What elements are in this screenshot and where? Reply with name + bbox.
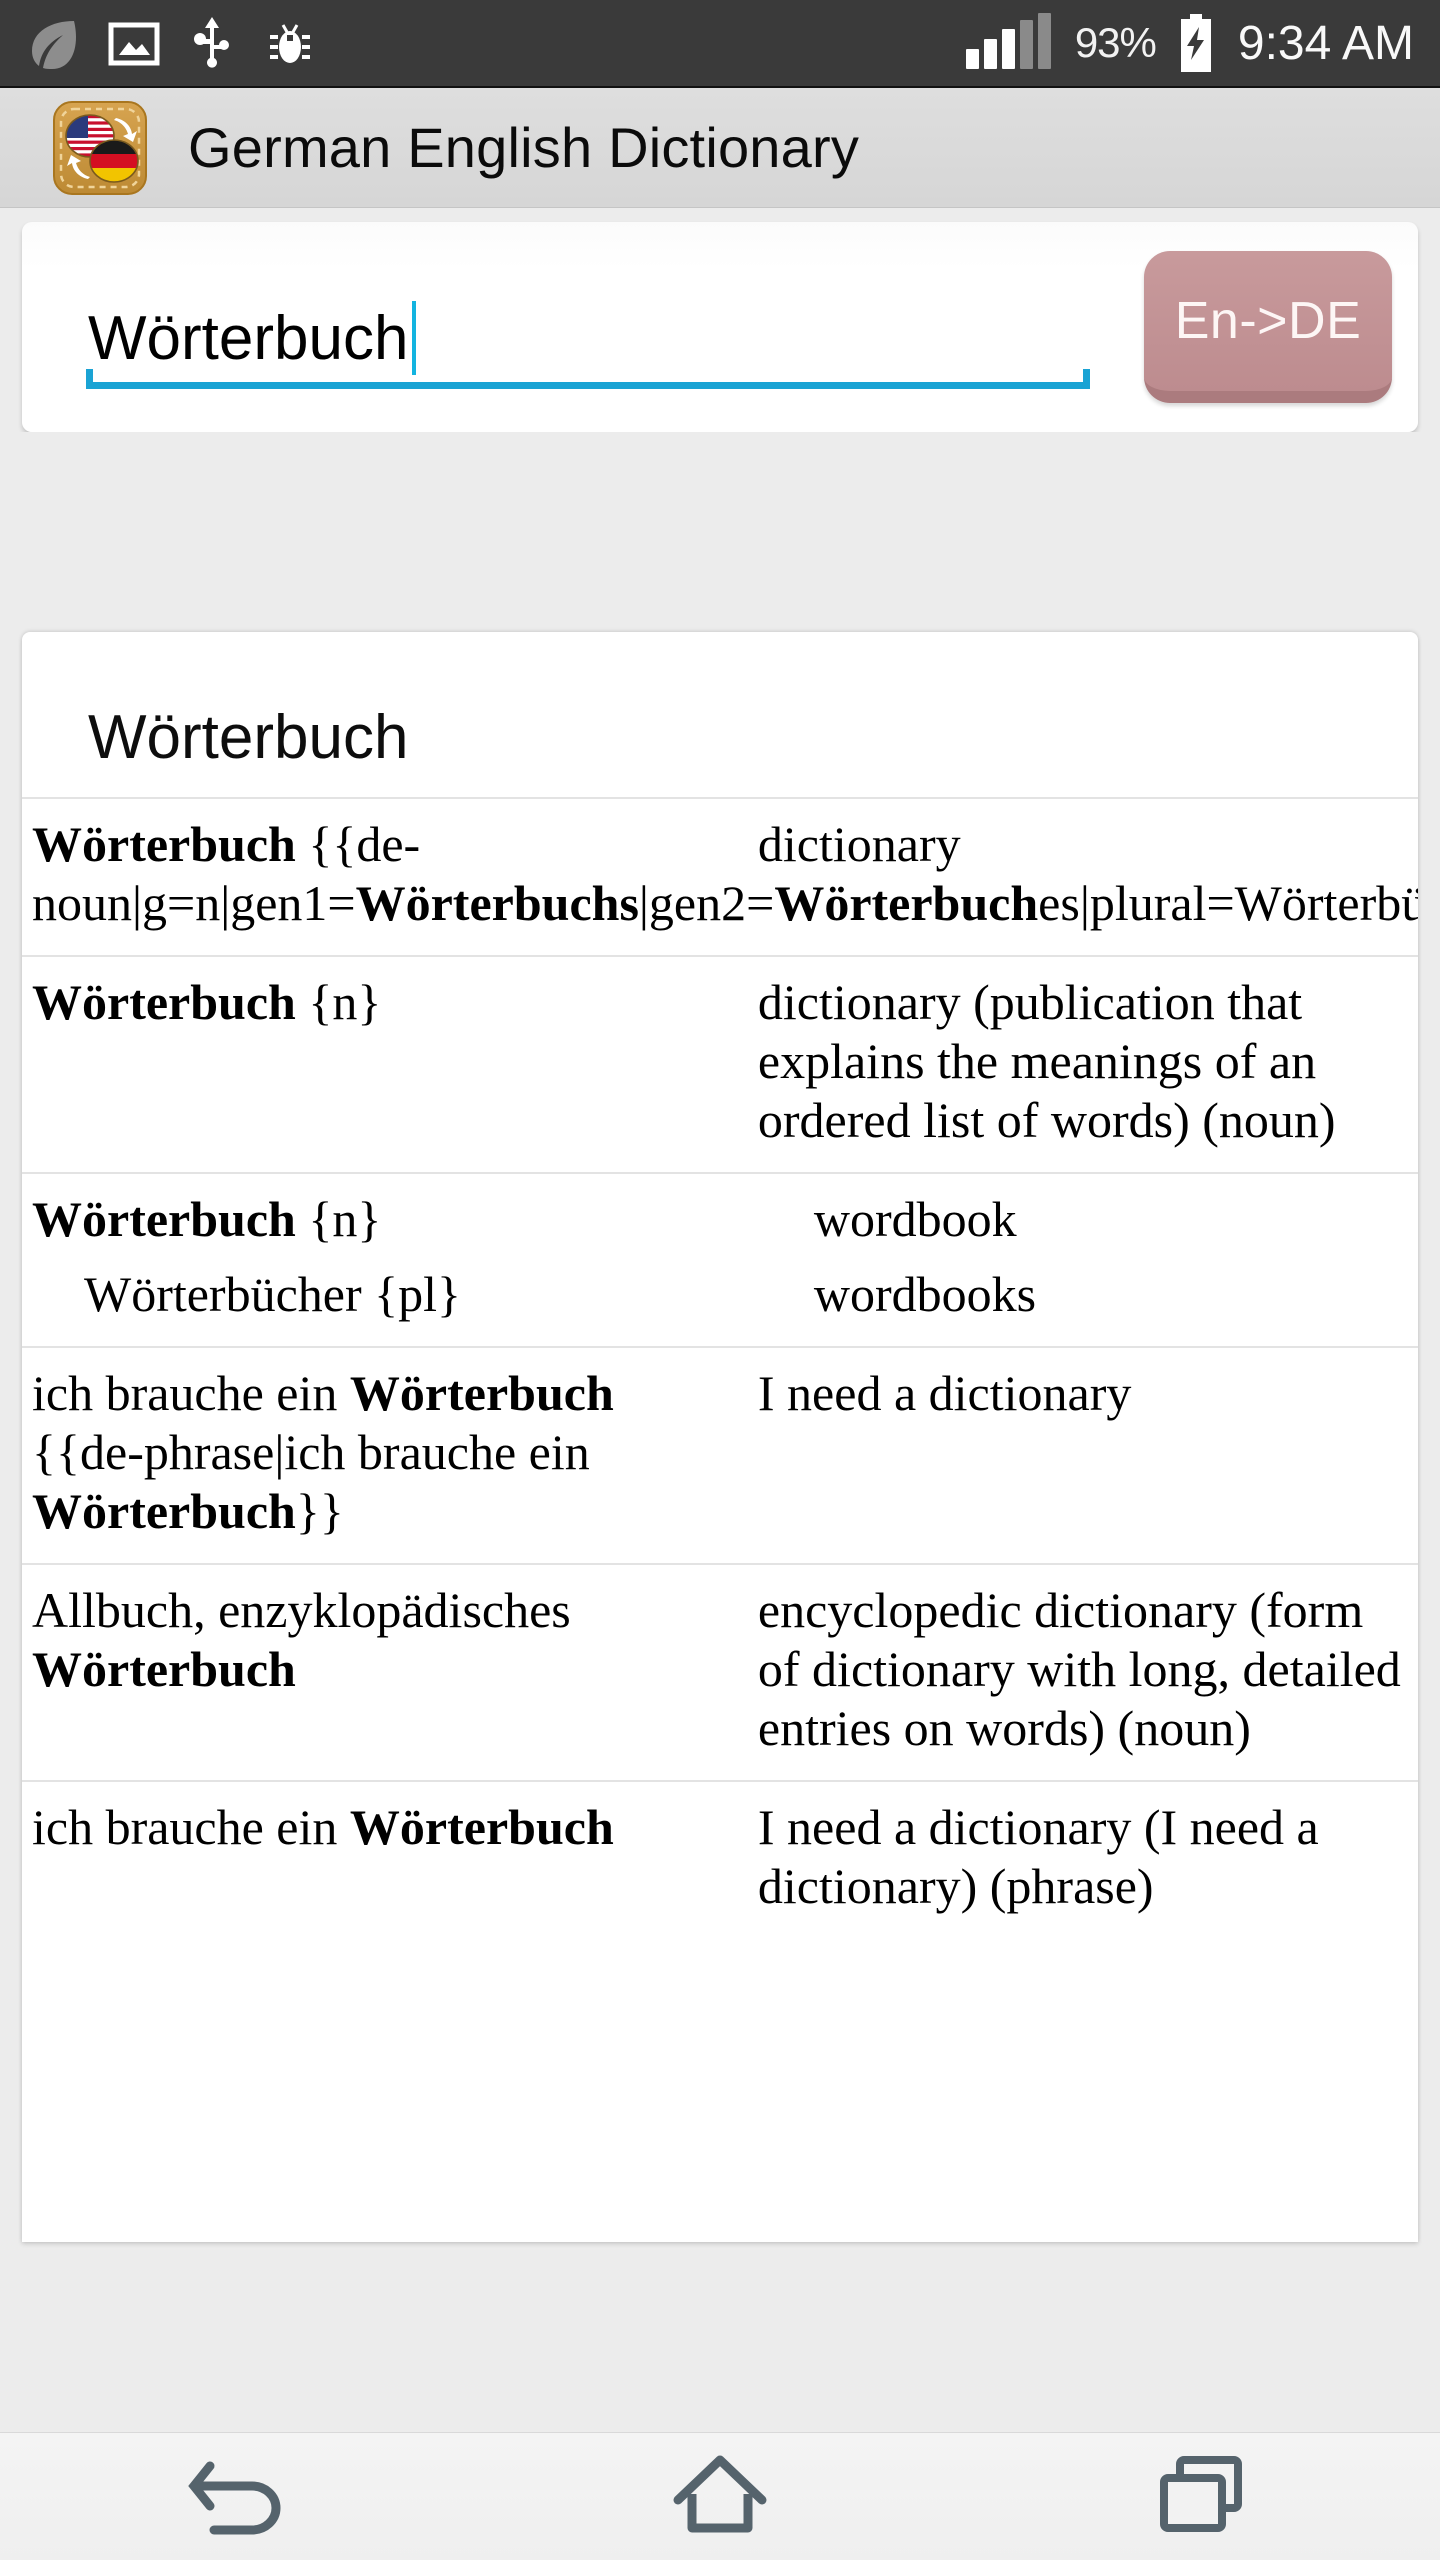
table-row[interactable]: Wörterbuch {n} dictionary (publication th… — [22, 955, 1418, 1173]
table-row[interactable]: ich brauche ein Wörterbuch I need a dicti… — [22, 1780, 1418, 1938]
results-table: Wörterbuch {{de-noun|g=n|gen1=Wörterbuch… — [22, 797, 1418, 1938]
result-term-cell: ich brauche ein Wörterbuch {{de-phrase|i… — [22, 1346, 748, 1564]
results-section: Wörterbuch Wörterbuch {{de-noun|g=n|gen1… — [0, 632, 1440, 2242]
language-direction-button[interactable]: En->DE — [1144, 251, 1392, 403]
search-card: Wörterbuch En->DE — [22, 222, 1418, 432]
home-icon — [660, 2446, 780, 2547]
search-input[interactable]: Wörterbuch — [58, 257, 1122, 397]
result-term-cell: ich brauche ein Wörterbuch — [22, 1780, 748, 1938]
table-row[interactable]: Wörterbuch {n} Wörterbücher {pl} wordbook w… — [22, 1172, 1418, 1347]
recents-button[interactable] — [1095, 2442, 1305, 2552]
result-term-cell: Allbuch, enzyklopädisches Wörterbuch — [22, 1563, 748, 1781]
table-row[interactable]: Allbuch, enzyklopädisches Wörterbuch ency… — [22, 1563, 1418, 1781]
system-navigation-bar — [0, 2432, 1440, 2560]
table-row[interactable]: Wörterbuch {{de-noun|g=n|gen1=Wörterbuch… — [22, 797, 1418, 956]
search-section: Wörterbuch En->DE — [0, 208, 1440, 432]
battery-charging-icon — [1176, 14, 1216, 72]
status-bar-right-indicators: 93% 9:34 AM — [965, 13, 1414, 72]
adb-bug-icon — [264, 17, 316, 69]
signal-strength-icon — [965, 13, 1051, 69]
status-bar-left-icons — [26, 15, 316, 71]
back-button[interactable] — [135, 2442, 345, 2552]
content-spacer — [0, 432, 1440, 632]
battery-percent-label: 93% — [1074, 19, 1157, 66]
clock-label: 9:34 AM — [1237, 16, 1414, 70]
back-icon — [180, 2446, 300, 2547]
usb-icon — [190, 15, 234, 71]
result-term-cell: Wörterbuch {n} Wörterbücher {pl} — [22, 1172, 748, 1347]
results-card[interactable]: Wörterbuch Wörterbuch {{de-noun|g=n|gen1… — [22, 632, 1418, 2242]
text-caret — [412, 301, 417, 375]
result-translation-cell: I need a dictionary (I need a dictionary… — [747, 1780, 1418, 1938]
result-translation-cell: encyclopedic dictionary (form of diction… — [747, 1563, 1418, 1781]
leaf-icon — [26, 17, 78, 69]
table-row[interactable]: ich brauche ein Wörterbuch {{de-phrase|i… — [22, 1346, 1418, 1564]
recents-icon — [1140, 2446, 1260, 2547]
result-translation-cell: wordbook wordbooks — [747, 1172, 1418, 1347]
screenshot-icon — [108, 17, 160, 69]
app-header: German English Dictionary — [0, 88, 1440, 208]
result-term-cell: Wörterbuch {{de-noun|g=n|gen1=Wörterbuch… — [22, 797, 1418, 956]
status-bar: 93% 9:34 AM — [0, 0, 1440, 88]
result-term-cell: Wörterbuch {n} — [22, 955, 748, 1173]
results-heading: Wörterbuch — [88, 703, 409, 772]
app-logo-icon — [52, 100, 148, 196]
result-translation-cell: I need a dictionary — [747, 1346, 1418, 1564]
page-title: German English Dictionary — [188, 116, 860, 179]
home-button[interactable] — [615, 2442, 825, 2552]
result-translation-cell: dictionary (publication that explains th… — [747, 955, 1418, 1173]
search-input-underline — [86, 369, 1090, 389]
